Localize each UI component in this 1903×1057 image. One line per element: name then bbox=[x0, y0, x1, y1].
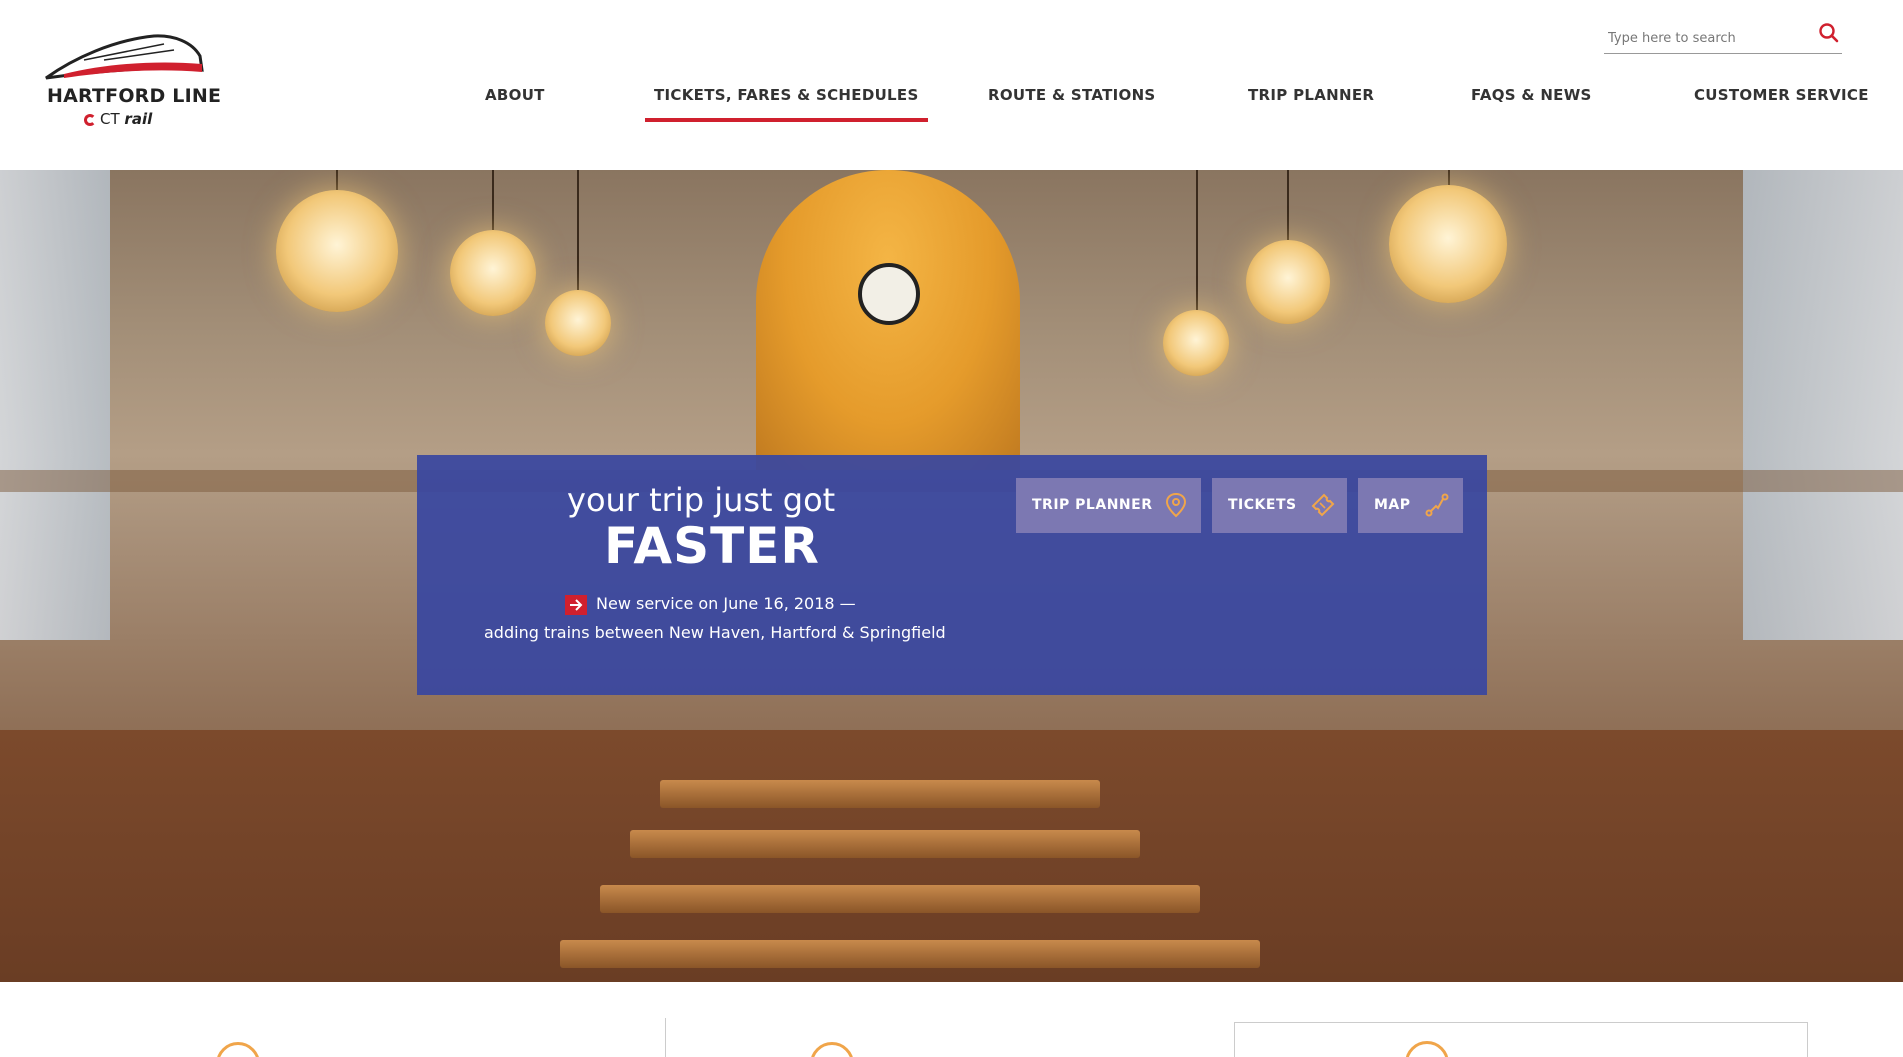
schedule-icon bbox=[810, 1042, 854, 1057]
route-icon bbox=[1425, 493, 1449, 517]
lamp-cord bbox=[1287, 170, 1289, 240]
nav-about[interactable]: ABOUT bbox=[485, 86, 545, 126]
tickets-fares-icon bbox=[216, 1042, 260, 1057]
hero-window-right bbox=[1743, 170, 1903, 640]
map-button-label: MAP bbox=[1374, 497, 1411, 513]
map-pin-icon bbox=[1165, 492, 1187, 518]
nav-trip-planner[interactable]: TRIP PLANNER bbox=[1248, 86, 1374, 126]
service-date-text: New service on June 16, 2018 — bbox=[596, 594, 856, 613]
bench bbox=[660, 780, 1100, 808]
lamp-cord bbox=[577, 170, 579, 290]
bench bbox=[630, 830, 1140, 858]
feature-cards-row bbox=[0, 982, 1903, 1057]
hanging-lamp bbox=[1389, 185, 1507, 303]
search-input[interactable] bbox=[1608, 26, 1808, 50]
lamp-cord bbox=[1448, 170, 1450, 185]
nav-tickets-fares-schedules[interactable]: TICKETS, FARES & SCHEDULES bbox=[645, 86, 928, 126]
card-divider bbox=[665, 1018, 666, 1057]
hanging-lamp bbox=[1246, 240, 1330, 324]
hanging-lamp bbox=[276, 190, 398, 312]
tickets-button[interactable]: TICKETS bbox=[1212, 478, 1347, 533]
train-logo-icon bbox=[45, 34, 204, 80]
bench bbox=[560, 940, 1260, 968]
search-bar bbox=[1604, 20, 1842, 54]
service-description-text: adding trains between New Haven, Hartfor… bbox=[484, 623, 946, 642]
alert-icon bbox=[1405, 1041, 1449, 1057]
station-clock bbox=[858, 263, 920, 325]
hanging-lamp bbox=[450, 230, 536, 316]
hanging-lamp bbox=[545, 290, 611, 356]
tickets-button-label: TICKETS bbox=[1228, 497, 1297, 513]
hero-window-left bbox=[0, 170, 110, 640]
arrow-right-icon bbox=[565, 595, 587, 615]
main-nav: ABOUT TICKETS, FARES & SCHEDULES ROUTE &… bbox=[0, 86, 1903, 126]
site-header: HARTFORD LINE CT rail ABOUT TICKETS, FAR… bbox=[0, 0, 1903, 170]
nav-customer-service[interactable]: CUSTOMER SERVICE bbox=[1694, 86, 1869, 126]
nav-route-stations[interactable]: ROUTE & STATIONS bbox=[988, 86, 1156, 126]
nav-faqs-news[interactable]: FAQS & NEWS bbox=[1471, 86, 1592, 126]
search-icon[interactable] bbox=[1818, 22, 1840, 44]
promo-banner: your trip just got FASTER New service on… bbox=[417, 455, 1487, 695]
trip-planner-button-label: TRIP PLANNER bbox=[1032, 497, 1153, 513]
trip-planner-button[interactable]: TRIP PLANNER bbox=[1016, 478, 1201, 533]
hero-section: your trip just got FASTER New service on… bbox=[0, 170, 1903, 982]
lamp-cord bbox=[492, 170, 494, 230]
headline-line-2: FASTER bbox=[604, 517, 820, 575]
map-button[interactable]: MAP bbox=[1358, 478, 1463, 533]
bench bbox=[600, 885, 1200, 913]
ticket-icon bbox=[1311, 493, 1335, 517]
lamp-cord bbox=[336, 170, 338, 190]
headline-line-1: your trip just got bbox=[567, 481, 836, 519]
lamp-cord bbox=[1196, 170, 1198, 310]
hanging-lamp bbox=[1163, 310, 1229, 376]
highlighted-card[interactable] bbox=[1234, 1022, 1808, 1057]
